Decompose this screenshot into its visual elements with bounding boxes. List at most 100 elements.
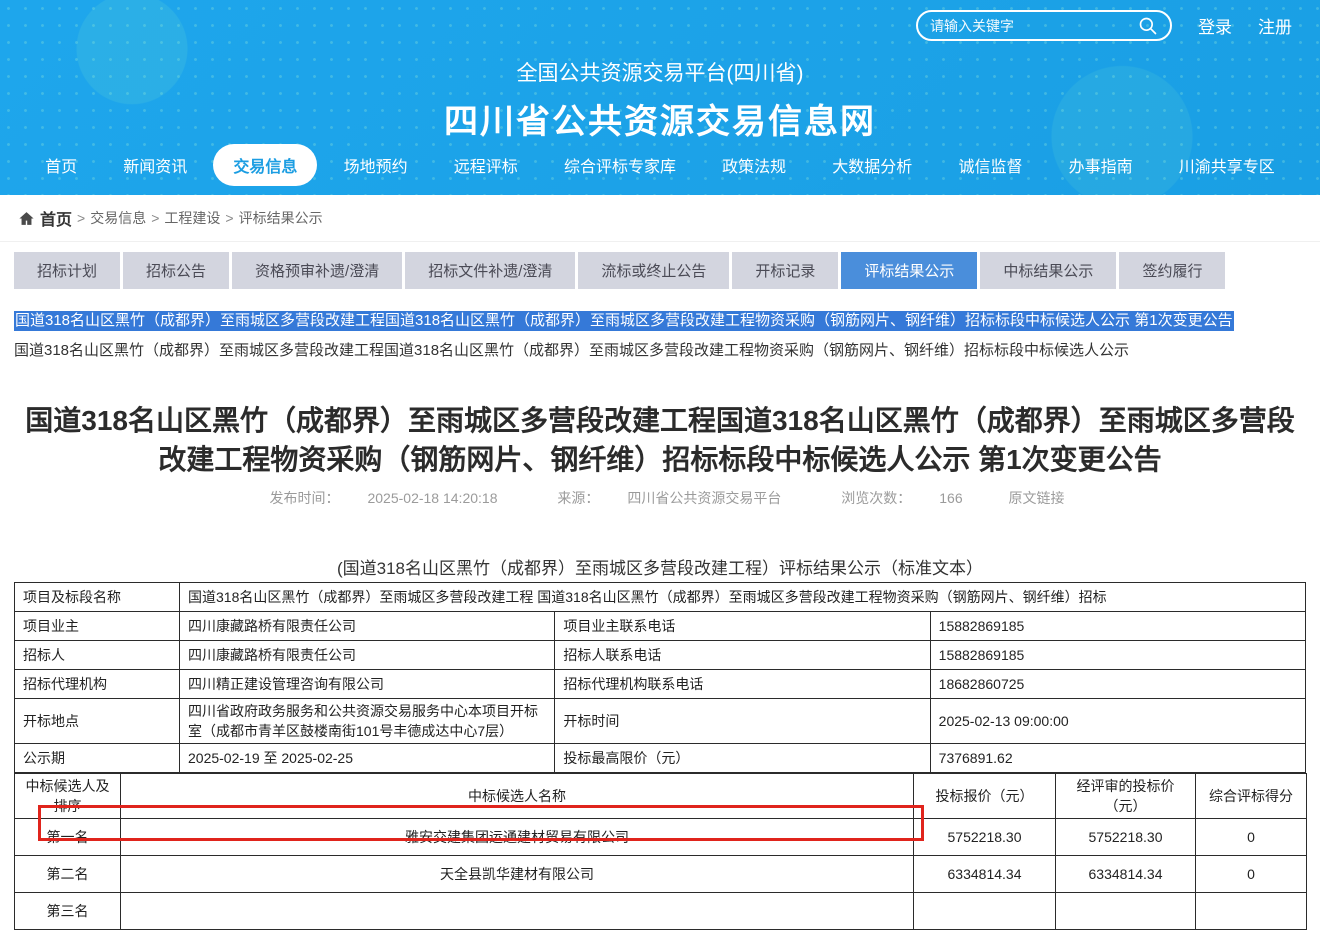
login-link[interactable]: 登录: [1198, 13, 1232, 38]
nav-item-expert-pool[interactable]: 综合评标专家库: [544, 144, 696, 186]
candidate-reviewed-price: 5752218.30: [1056, 819, 1196, 856]
row-label2: 招标人联系电话: [555, 641, 930, 670]
row-label2: 招标代理机构联系电话: [555, 670, 930, 699]
article-meta: 发布时间：2025-02-18 14:20:18 来源：四川省公共资源交易平台 …: [0, 488, 1320, 508]
col-header-reviewed-price: 经评审的投标价（元）: [1056, 774, 1196, 819]
row-label: 公示期: [15, 744, 180, 773]
nav-item-trade-info[interactable]: 交易信息: [213, 144, 317, 186]
header-top: 登录 注册: [916, 10, 1292, 41]
tab-bar: 招标计划 招标公告 资格预审补遗/澄清 招标文件补遗/澄清 流标或终止公告 开标…: [14, 252, 1320, 289]
breadcrumb-separator: >: [77, 210, 85, 226]
row-value: 四川康藏路桥有限责任公司: [180, 641, 555, 670]
row-label2: 项目业主联系电话: [555, 612, 930, 641]
candidates-header-row: 中标候选人及排序 中标候选人名称 投标报价（元） 经评审的投标价（元） 综合评标…: [15, 774, 1307, 819]
table-row: 开标地点 四川省政府政务服务和公共资源交易服务中心本项目开标室（成都市青羊区鼓楼…: [15, 699, 1306, 744]
candidate-row-2: 第二名 天全县凯华建材有限公司 6334814.34 6334814.34 0: [15, 856, 1307, 893]
search-box[interactable]: [916, 10, 1172, 41]
row-value: 四川康藏路桥有限责任公司: [180, 612, 555, 641]
table-row: 项目业主 四川康藏路桥有限责任公司 项目业主联系电话 15882869185: [15, 612, 1306, 641]
tab-bid-plan[interactable]: 招标计划: [14, 252, 120, 289]
list-item[interactable]: 国道318名山区黑竹（成都界）至雨城区多营段改建工程国道318名山区黑竹（成都界…: [14, 341, 1320, 361]
breadcrumb-trade-info[interactable]: 交易信息: [90, 208, 146, 228]
nav-item-policies[interactable]: 政策法规: [702, 144, 806, 186]
candidate-name: 雅安交建集团运通建材贸易有限公司: [121, 819, 914, 856]
tab-prequalification-addendum[interactable]: 资格预审补遗/澄清: [232, 252, 402, 289]
breadcrumb-evaluation-result[interactable]: 评标结果公示: [239, 208, 323, 228]
tab-bid-doc-addendum[interactable]: 招标文件补遗/澄清: [405, 252, 575, 289]
breadcrumb: 首页 > 交易信息 > 工程建设 > 评标结果公示: [0, 195, 1320, 242]
row-value2: 15882869185: [930, 612, 1305, 641]
search-icon[interactable]: [1138, 16, 1158, 36]
candidate-score: 0: [1196, 819, 1307, 856]
breadcrumb-home[interactable]: 首页: [40, 206, 72, 230]
page-title-line2: 改建工程物资采购（钢筋网片、钢纤维）招标标段中标候选人公示 第1次变更公告: [10, 440, 1310, 479]
table-row: 招标人 四川康藏路桥有限责任公司 招标人联系电话 15882869185: [15, 641, 1306, 670]
breadcrumb-separator: >: [151, 210, 159, 226]
row-value2: 2025-02-13 09:00:00: [930, 699, 1305, 744]
row-value: 四川省政府政务服务和公共资源交易服务中心本项目开标室（成都市青羊区鼓楼南街101…: [180, 699, 555, 744]
nav-item-remote-evaluation[interactable]: 远程评标: [434, 144, 538, 186]
table-row: 招标代理机构 四川精正建设管理咨询有限公司 招标代理机构联系电话 1868286…: [15, 670, 1306, 699]
section-title: (国道318名山区黑竹（成都界）至雨城区多营段改建工程）评标结果公示（标准文本）: [0, 554, 1320, 579]
col-header-score: 综合评标得分: [1196, 774, 1307, 819]
table-row: 公示期 2025-02-19 至 2025-02-25 投标最高限价（元） 73…: [15, 744, 1306, 773]
candidate-bid-price: 5752218.30: [914, 819, 1056, 856]
tab-opening-record[interactable]: 开标记录: [732, 252, 838, 289]
search-input[interactable]: [930, 18, 1130, 34]
nav-item-venue-booking[interactable]: 场地预约: [324, 144, 428, 186]
candidate-score: [1196, 893, 1307, 930]
site-super-title: 全国公共资源交易平台(四川省): [0, 57, 1320, 87]
row-label: 招标代理机构: [15, 670, 180, 699]
breadcrumb-construction[interactable]: 工程建设: [164, 208, 220, 228]
row-value: 四川精正建设管理咨询有限公司: [180, 670, 555, 699]
source: 来源：四川省公共资源交易平台: [543, 490, 795, 506]
nav-item-integrity[interactable]: 诚信监督: [938, 144, 1042, 186]
nav-item-chuanyu-zone[interactable]: 川渝共享专区: [1159, 144, 1295, 186]
register-link[interactable]: 注册: [1258, 13, 1292, 38]
breadcrumb-separator: >: [225, 210, 233, 226]
candidate-row-1: 第一名 雅安交建集团运通建材贸易有限公司 5752218.30 5752218.…: [15, 819, 1307, 856]
table-row: 项目及标段名称 国道318名山区黑竹（成都界）至雨城区多营段改建工程 国道318…: [15, 583, 1306, 612]
col-header-name: 中标候选人名称: [121, 774, 914, 819]
candidate-reviewed-price: [1056, 893, 1196, 930]
row-label2: 开标时间: [555, 699, 930, 744]
nav-item-home[interactable]: 首页: [25, 144, 97, 186]
main-nav: 首页 新闻资讯 交易信息 场地预约 远程评标 综合评标专家库 政策法规 大数据分…: [0, 144, 1320, 186]
nav-item-service-guide[interactable]: 办事指南: [1049, 144, 1153, 186]
row-value: 国道318名山区黑竹（成都界）至雨城区多营段改建工程 国道318名山区黑竹（成都…: [180, 583, 1306, 612]
publish-time: 发布时间：2025-02-18 14:20:18: [255, 490, 511, 506]
row-value2: 18682860725: [930, 670, 1305, 699]
home-icon[interactable]: [18, 210, 35, 227]
row-value2: 15882869185: [930, 641, 1305, 670]
info-table: 项目及标段名称 国道318名山区黑竹（成都界）至雨城区多营段改建工程 国道318…: [14, 582, 1306, 930]
candidate-rank: 第二名: [15, 856, 121, 893]
view-count: 浏览次数：166: [827, 490, 976, 506]
candidate-bid-price: [914, 893, 1056, 930]
candidate-reviewed-price: 6334814.34: [1056, 856, 1196, 893]
row-label: 项目及标段名称: [15, 583, 180, 612]
original-link[interactable]: 原文链接: [1009, 490, 1065, 506]
row-label2: 投标最高限价（元）: [555, 744, 930, 773]
tab-evaluation-result[interactable]: 评标结果公示: [841, 252, 977, 289]
page-title: 国道318名山区黑竹（成都界）至雨城区多营段改建工程国道318名山区黑竹（成都界…: [0, 401, 1320, 479]
tab-bid-announcement[interactable]: 招标公告: [123, 252, 229, 289]
candidate-bid-price: 6334814.34: [914, 856, 1056, 893]
candidate-name: 天全县凯华建材有限公司: [121, 856, 914, 893]
row-label: 项目业主: [15, 612, 180, 641]
col-header-rank: 中标候选人及排序: [15, 774, 121, 819]
candidate-rank: 第三名: [15, 893, 121, 930]
row-value2: 7376891.62: [930, 744, 1305, 773]
tab-failed-or-terminated[interactable]: 流标或终止公告: [578, 252, 729, 289]
nav-item-big-data[interactable]: 大数据分析: [812, 144, 932, 186]
selected-list-item[interactable]: 国道318名山区黑竹（成都界）至雨城区多营段改建工程国道318名山区黑竹（成都界…: [14, 311, 1234, 331]
site-header: 登录 注册 全国公共资源交易平台(四川省) 四川省公共资源交易信息网 首页 新闻…: [0, 0, 1320, 195]
site-title: 四川省公共资源交易信息网: [0, 94, 1320, 143]
nav-item-news[interactable]: 新闻资讯: [103, 144, 207, 186]
candidate-score: 0: [1196, 856, 1307, 893]
candidate-name: [121, 893, 914, 930]
candidate-row-3: 第三名: [15, 893, 1307, 930]
tab-contract-performance[interactable]: 签约履行: [1119, 252, 1225, 289]
candidates-table: 中标候选人及排序 中标候选人名称 投标报价（元） 经评审的投标价（元） 综合评标…: [14, 773, 1307, 930]
row-value: 2025-02-19 至 2025-02-25: [180, 744, 555, 773]
tab-award-result[interactable]: 中标结果公示: [980, 252, 1116, 289]
